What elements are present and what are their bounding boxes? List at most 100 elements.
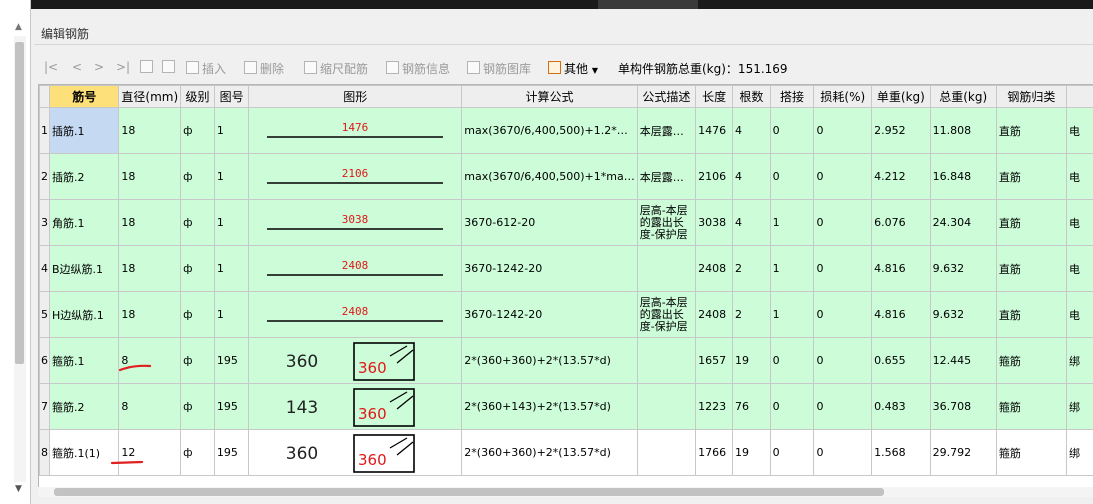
cell-total-weight[interactable]: 9.632 [929, 245, 997, 292]
cell-category[interactable]: 箍筋 [995, 429, 1068, 476]
cell-count[interactable]: 76 [732, 383, 771, 430]
cell-loss[interactable]: 0 [813, 337, 873, 384]
cell-diameter[interactable]: 18 [118, 199, 182, 246]
table-row[interactable]: 5 H边纵筋.1 18 ф 1 2408 3670-1242-20 层高-本层的露出长度-保护… [39, 291, 1093, 338]
cell-grade[interactable]: ф [180, 429, 215, 476]
col-header-length[interactable]: 长度 [695, 85, 734, 108]
cell-formula[interactable]: max(3670/6,400,500)+1.2*… [461, 107, 638, 154]
row-number[interactable]: 1 [39, 107, 50, 154]
cell-loss[interactable]: 0 [813, 107, 873, 154]
cell-lap[interactable]: 0 [769, 153, 815, 200]
cell-count[interactable]: 19 [732, 429, 771, 476]
row-number[interactable]: 8 [39, 429, 50, 476]
last-record-button[interactable]: >| [116, 60, 130, 74]
vertical-scrollbar[interactable]: ▲ ▼ [14, 22, 26, 494]
cell-shape[interactable]: 2408 [248, 291, 463, 338]
col-header-name[interactable]: 筋号 [48, 85, 120, 108]
cell-shape[interactable]: 360 360 [248, 337, 463, 384]
col-header-extra[interactable] [1066, 85, 1093, 108]
other-menu-button[interactable]: 其他 ▼ [548, 60, 598, 77]
cell-category[interactable]: 直筋 [995, 199, 1068, 246]
cell-formula[interactable]: 3670-1242-20 [461, 245, 638, 292]
cell-name[interactable]: 箍筋.1 [48, 337, 120, 384]
cell-lap[interactable]: 0 [769, 429, 815, 476]
cell-desc[interactable] [636, 245, 697, 292]
cell-extra[interactable]: 电 [1066, 199, 1093, 246]
cell-name[interactable]: 角筋.1 [48, 199, 120, 246]
cell-shape[interactable]: 360 360 [248, 429, 463, 476]
rebar-library-button[interactable]: 钢筋图库 [467, 60, 531, 77]
cell-length[interactable]: 3038 [695, 199, 734, 246]
cell-total-weight[interactable]: 36.708 [929, 383, 997, 430]
row-number[interactable]: 5 [39, 291, 50, 338]
cell-diameter[interactable]: 12 [118, 429, 182, 476]
row-number[interactable]: 6 [39, 337, 50, 384]
cell-lap[interactable]: 1 [769, 245, 815, 292]
cell-unit-weight[interactable]: 4.212 [871, 153, 931, 200]
cell-count[interactable]: 4 [732, 199, 771, 246]
cell-shape[interactable]: 3038 [248, 199, 463, 246]
cell-diameter[interactable]: 18 [118, 245, 182, 292]
move-up-icon[interactable] [140, 60, 156, 75]
cell-length[interactable]: 1766 [695, 429, 734, 476]
col-header-category[interactable]: 钢筋归类 [995, 85, 1068, 108]
cell-extra[interactable]: 绑 [1066, 383, 1093, 430]
cell-total-weight[interactable]: 12.445 [929, 337, 997, 384]
cell-lap[interactable]: 0 [769, 383, 815, 430]
cell-grade[interactable]: ф [180, 383, 215, 430]
cell-formula[interactable]: max(3670/6,400,500)+1*ma… [461, 153, 638, 200]
cell-category[interactable]: 直筋 [995, 107, 1068, 154]
cell-diameter[interactable]: 18 [118, 291, 182, 338]
cell-name[interactable]: B边纵筋.1 [48, 245, 120, 292]
horizontal-scrollbar[interactable] [38, 487, 1093, 497]
cell-category[interactable]: 箍筋 [995, 337, 1068, 384]
cell-figno[interactable]: 195 [213, 383, 250, 430]
cell-length[interactable]: 2408 [695, 291, 734, 338]
cell-shape[interactable]: 1476 [248, 107, 463, 154]
cell-formula[interactable]: 2*(360+360)+2*(13.57*d) [461, 337, 638, 384]
cell-grade[interactable]: ф [180, 107, 215, 154]
cell-desc[interactable]: 本层露… [636, 107, 697, 154]
cell-desc[interactable]: 层高-本层的露出长度-保护层 [636, 291, 697, 338]
cell-unit-weight[interactable]: 0.483 [871, 383, 931, 430]
rebar-info-button[interactable]: 钢筋信息 [386, 60, 450, 77]
cell-figno[interactable]: 1 [213, 245, 250, 292]
cell-formula[interactable]: 2*(360+360)+2*(13.57*d) [461, 429, 638, 476]
cell-lap[interactable]: 0 [769, 107, 815, 154]
cell-extra[interactable]: 电 [1066, 245, 1093, 292]
cell-grade[interactable]: ф [180, 199, 215, 246]
cell-category[interactable]: 直筋 [995, 291, 1068, 338]
table-row[interactable]: 4 B边纵筋.1 18 ф 1 2408 3670-1242-20 2408 2 1 0 4.816 9… [39, 245, 1093, 292]
cell-desc[interactable] [636, 383, 697, 430]
cell-unit-weight[interactable]: 1.568 [871, 429, 931, 476]
cell-name[interactable]: 箍筋.1(1) [48, 429, 120, 476]
cell-grade[interactable]: ф [180, 337, 215, 384]
prev-record-button[interactable]: < [72, 60, 82, 74]
row-number[interactable]: 4 [39, 245, 50, 292]
cell-figno[interactable]: 195 [213, 337, 250, 384]
cell-length[interactable]: 1657 [695, 337, 734, 384]
cell-loss[interactable]: 0 [813, 291, 873, 338]
col-header-unit-weight[interactable]: 单重(kg) [871, 85, 931, 108]
cell-unit-weight[interactable]: 0.655 [871, 337, 931, 384]
cell-shape[interactable]: 2408 [248, 245, 463, 292]
cell-name[interactable]: H边纵筋.1 [48, 291, 120, 338]
table-row[interactable]: 6 箍筋.1 8 ф 195 360 360 2*(360+360)+2*(13.57*d) 1… [39, 337, 1093, 384]
cell-count[interactable]: 2 [732, 291, 771, 338]
cell-figno[interactable]: 1 [213, 153, 250, 200]
cell-diameter[interactable]: 18 [118, 153, 182, 200]
cell-length[interactable]: 2408 [695, 245, 734, 292]
cell-extra[interactable]: 绑 [1066, 429, 1093, 476]
cell-loss[interactable]: 0 [813, 153, 873, 200]
cell-shape[interactable]: 143 360 [248, 383, 463, 430]
cell-lap[interactable]: 1 [769, 291, 815, 338]
cell-name[interactable]: 插筋.1 [48, 107, 120, 154]
cell-diameter[interactable]: 8 [118, 383, 182, 430]
cell-name[interactable]: 箍筋.2 [48, 383, 120, 430]
cell-lap[interactable]: 0 [769, 337, 815, 384]
scale-rebar-button[interactable]: 缩尺配筋 [304, 60, 368, 77]
cell-count[interactable]: 19 [732, 337, 771, 384]
col-header-grade[interactable]: 级别 [180, 85, 215, 108]
cell-count[interactable]: 4 [732, 153, 771, 200]
cell-count[interactable]: 4 [732, 107, 771, 154]
